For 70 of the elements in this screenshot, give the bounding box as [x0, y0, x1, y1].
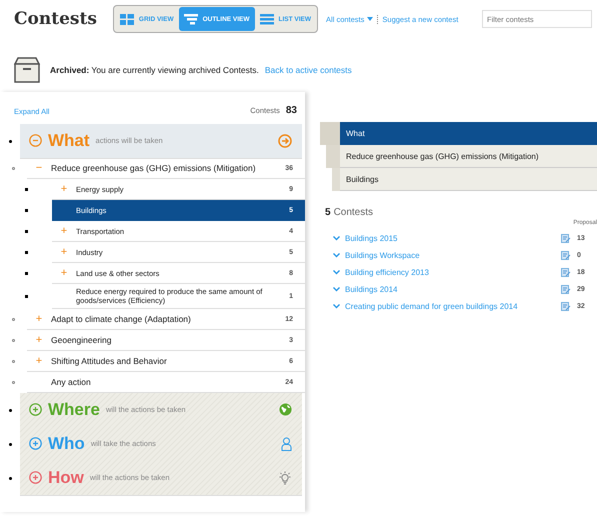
list-bullet: [24, 272, 28, 275]
list-bullet: [24, 251, 28, 254]
section-title: How: [48, 468, 84, 488]
toggle-sign[interactable]: +: [36, 313, 42, 325]
caret-icon: [367, 17, 374, 21]
row-label: Adapt to climate change (Adaptation): [51, 312, 192, 326]
breadcrumb-item[interactable]: What: [340, 122, 597, 145]
breadcrumb-item[interactable]: Buildings: [340, 168, 597, 191]
indent-step: [320, 122, 340, 145]
chevron-down-icon: [333, 270, 340, 275]
row-label: Reduce greenhouse gas (GHG) emissions (Mitigation): [51, 162, 257, 175]
list-bullet: [12, 381, 15, 384]
section-title: What: [48, 130, 90, 150]
outline-icon: [184, 14, 198, 24]
toggle-sign[interactable]: +: [60, 267, 68, 279]
chevron-down-icon: [333, 236, 340, 241]
contest-link[interactable]: Building efficiency 2013: [333, 268, 561, 277]
list-bullet: [24, 188, 28, 191]
contest-link[interactable]: Buildings 2015: [333, 234, 561, 243]
contest-link[interactable]: Buildings Workspace: [333, 251, 561, 260]
list-icon: [260, 14, 274, 24]
expand-circle-icon[interactable]: [29, 403, 42, 416]
toggle-sign[interactable]: +: [60, 246, 68, 258]
proposal-icon: [561, 302, 571, 311]
chevron-down-icon: [333, 304, 340, 309]
list-bullet: [12, 339, 15, 342]
contest-count: 83: [286, 105, 297, 116]
contest-link[interactable]: Creating public demand for green buildings 2014: [333, 302, 561, 311]
chevron-down-icon: [333, 253, 340, 258]
back-to-active-link[interactable]: Back to active contests: [264, 65, 352, 75]
globe-icon: [279, 403, 292, 416]
row-label: Shifting Attitudes and Behavior: [51, 354, 168, 368]
result-count: 5: [325, 207, 331, 218]
archive-notice: Archived: You are currently viewing archived Contests. Back to active contests: [50, 65, 352, 75]
list-bullet: [8, 408, 12, 412]
archive-box-icon: [14, 57, 40, 83]
chevron-down-icon: [333, 287, 340, 292]
arrow-circle-icon[interactable]: [278, 134, 292, 148]
expand-circle-icon[interactable]: [29, 437, 42, 450]
list-bullet: [8, 442, 12, 446]
list-bullet: [12, 360, 15, 363]
person-icon: [281, 436, 292, 450]
proposal-icon: [561, 234, 571, 243]
list-bullet: [24, 295, 28, 298]
section-title: Where: [48, 400, 100, 420]
list-bullet: [8, 140, 12, 142]
breadcrumb-item[interactable]: Reduce greenhouse gas (GHG) emissions (Mitigation): [340, 145, 597, 168]
toggle-sign[interactable]: +: [60, 183, 68, 195]
grid-icon: [120, 14, 134, 24]
proposal-icon: [561, 251, 571, 260]
proposal-icon: [561, 285, 571, 294]
toggle-sign[interactable]: +: [60, 225, 68, 237]
lightbulb-icon: [278, 470, 292, 484]
proposal-icon: [561, 268, 571, 277]
toggle-sign[interactable]: −: [36, 162, 42, 174]
toggle-sign[interactable]: +: [36, 355, 42, 367]
list-bullet: [24, 209, 28, 212]
list-bullet: [24, 230, 28, 233]
section-title: Who: [48, 434, 85, 454]
result-label: Contests: [334, 207, 374, 218]
toggle-sign[interactable]: +: [36, 334, 42, 346]
list-bullet: [8, 476, 12, 480]
row-label: Any action: [51, 376, 92, 389]
collapse-circle-icon[interactable]: [29, 134, 42, 147]
list-bullet: [12, 167, 15, 170]
list-bullet: [12, 318, 15, 321]
expand-circle-icon[interactable]: [29, 471, 42, 484]
page-title: Contests: [14, 9, 97, 29]
row-label: Geoengineering: [51, 334, 112, 347]
contest-link[interactable]: Buildings 2014: [333, 285, 561, 294]
